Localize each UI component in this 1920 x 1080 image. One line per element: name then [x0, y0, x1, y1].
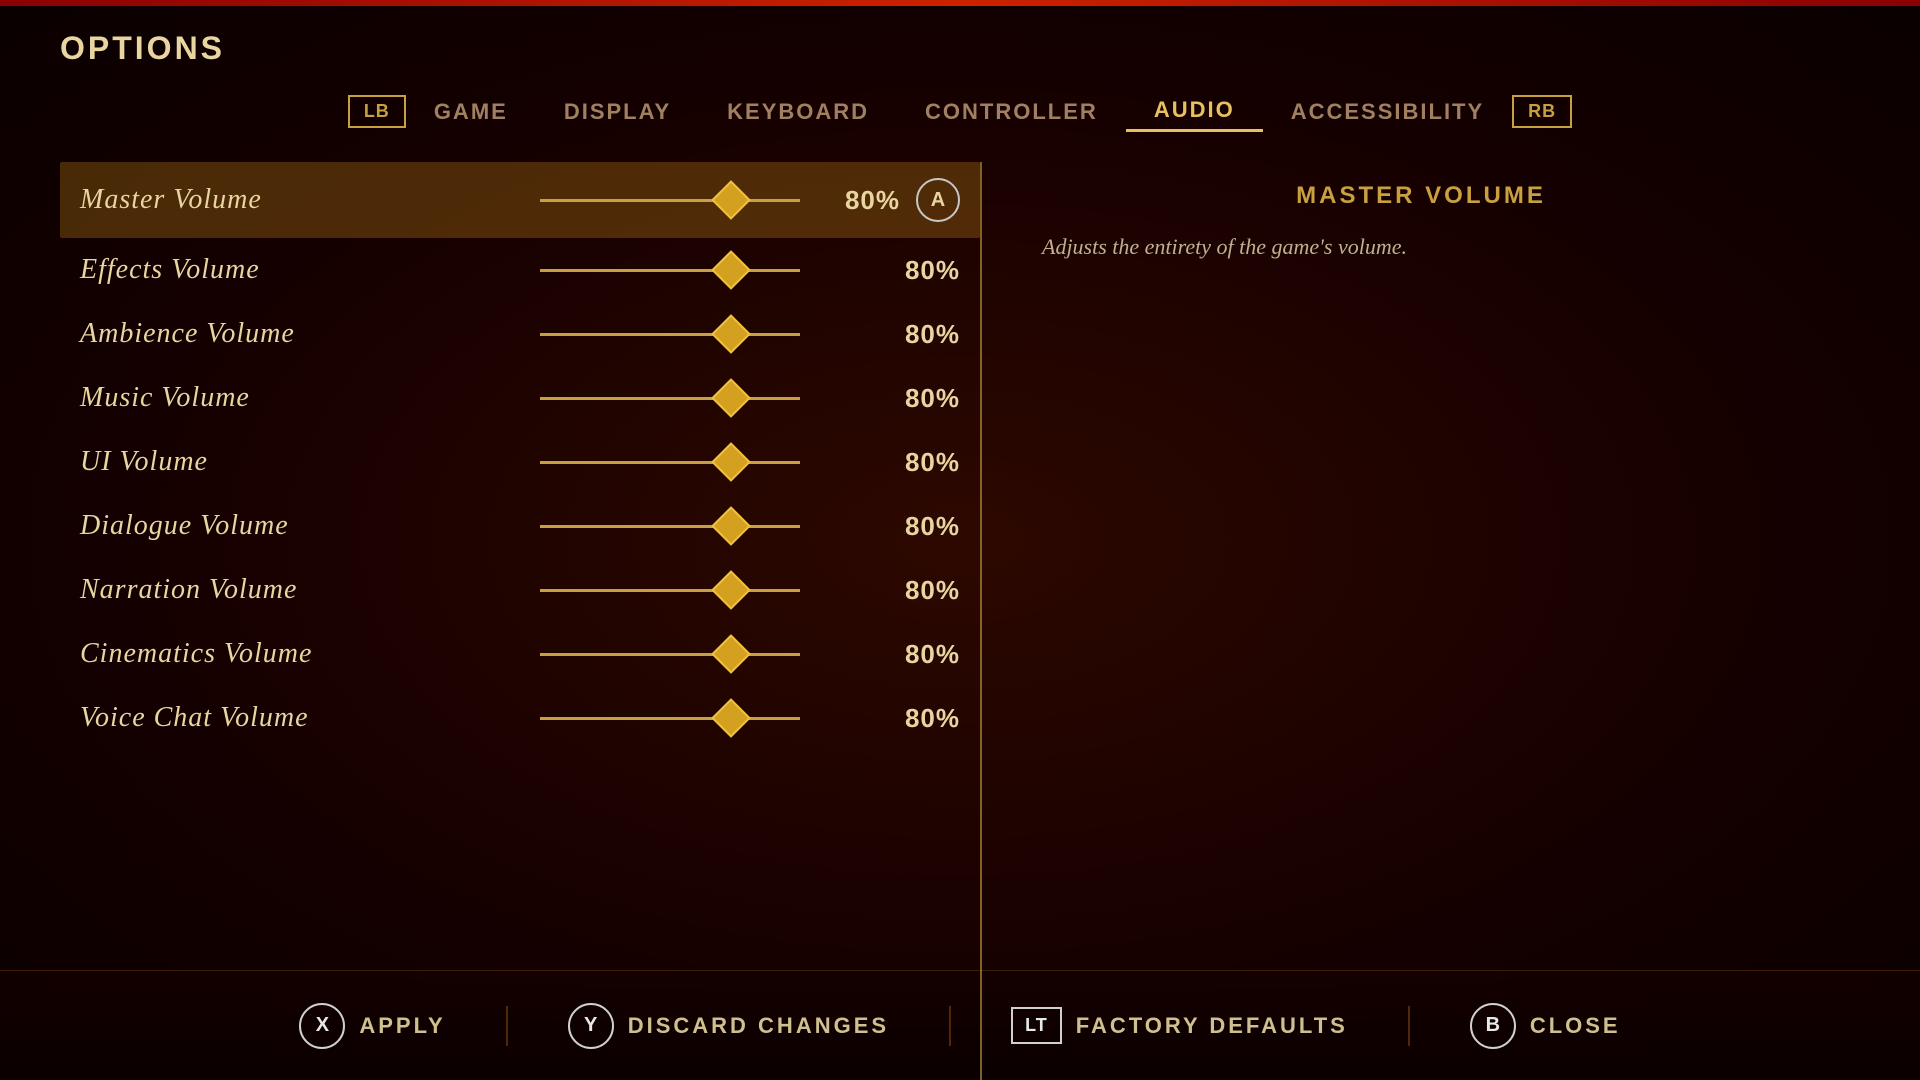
tab-game[interactable]: GAME [406, 93, 536, 131]
setting-label-music-volume: Music Volume [80, 382, 540, 414]
slider-thumb [711, 250, 751, 290]
setting-label-voice-chat-volume: Voice Chat Volume [80, 702, 540, 734]
content-area: Master Volume 80% A Effects Volume 80% [60, 162, 1860, 1080]
info-panel: MASTER VOLUME Adjusts the entirety of th… [982, 162, 1860, 1080]
setting-row-dialogue-volume[interactable]: Dialogue Volume 80% [60, 494, 980, 558]
slider-value-narration-volume: 80% [890, 575, 960, 606]
setting-label-narration-volume: Narration Volume [80, 574, 540, 606]
tab-audio[interactable]: AUDIO [1126, 91, 1263, 132]
slider-value-voice-chat-volume: 80% [890, 703, 960, 734]
slider-track [540, 717, 800, 720]
slider-effects-volume[interactable] [540, 269, 860, 272]
slider-track [540, 589, 800, 592]
slider-thumb [711, 314, 751, 354]
slider-ui-volume[interactable] [540, 461, 860, 464]
slider-value-effects-volume: 80% [890, 255, 960, 286]
slider-track [540, 397, 800, 400]
slider-master-volume[interactable] [540, 199, 800, 202]
slider-thumb [711, 180, 751, 220]
setting-row-effects-volume[interactable]: Effects Volume 80% [60, 238, 980, 302]
page-title: OPTIONS [60, 30, 1860, 67]
setting-label-ambience-volume: Ambience Volume [80, 318, 540, 350]
setting-row-master-volume[interactable]: Master Volume 80% A [60, 162, 980, 238]
setting-label-master-volume: Master Volume [80, 184, 540, 216]
settings-list: Master Volume 80% A Effects Volume 80% [60, 162, 980, 1080]
slider-thumb [711, 378, 751, 418]
setting-row-narration-volume[interactable]: Narration Volume 80% [60, 558, 980, 622]
setting-row-cinematics-volume[interactable]: Cinematics Volume 80% [60, 622, 980, 686]
right-bumper-button[interactable]: RB [1512, 95, 1572, 128]
setting-label-dialogue-volume: Dialogue Volume [80, 510, 540, 542]
slider-track [540, 333, 800, 336]
left-bumper-button[interactable]: LB [348, 95, 406, 128]
slider-value-cinematics-volume: 80% [890, 639, 960, 670]
setting-label-effects-volume: Effects Volume [80, 254, 540, 286]
slider-value-ambience-volume: 80% [890, 319, 960, 350]
slider-track [540, 461, 800, 464]
slider-track [540, 653, 800, 656]
setting-label-cinematics-volume: Cinematics Volume [80, 638, 540, 670]
slider-thumb [711, 634, 751, 674]
tab-display[interactable]: DISPLAY [536, 93, 699, 131]
info-panel-description: Adjusts the entirety of the game's volum… [1042, 230, 1407, 263]
slider-narration-volume[interactable] [540, 589, 860, 592]
slider-thumb [711, 698, 751, 738]
slider-cinematics-volume[interactable] [540, 653, 860, 656]
slider-value-dialogue-volume: 80% [890, 511, 960, 542]
slider-dialogue-volume[interactable] [540, 525, 860, 528]
tab-controller[interactable]: CONTROLLER [897, 93, 1126, 131]
setting-row-voice-chat-volume[interactable]: Voice Chat Volume 80% [60, 686, 980, 750]
setting-row-ambience-volume[interactable]: Ambience Volume 80% [60, 302, 980, 366]
a-button-confirm[interactable]: A [916, 178, 960, 222]
slider-thumb [711, 506, 751, 546]
slider-value-music-volume: 80% [890, 383, 960, 414]
setting-row-music-volume[interactable]: Music Volume 80% [60, 366, 980, 430]
slider-voice-chat-volume[interactable] [540, 717, 860, 720]
tab-keyboard[interactable]: KEYBOARD [699, 93, 897, 131]
slider-value-ui-volume: 80% [890, 447, 960, 478]
tab-navigation: LB GAME DISPLAY KEYBOARD CONTROLLER AUDI… [60, 91, 1860, 132]
setting-label-ui-volume: UI Volume [80, 446, 540, 478]
slider-value-master-volume: 80% [830, 185, 900, 216]
slider-ambience-volume[interactable] [540, 333, 860, 336]
page-container: OPTIONS LB GAME DISPLAY KEYBOARD CONTROL… [0, 0, 1920, 1080]
slider-music-volume[interactable] [540, 397, 860, 400]
info-panel-title: MASTER VOLUME [1042, 182, 1800, 210]
slider-track [540, 199, 800, 202]
tab-accessibility[interactable]: ACCESSIBILITY [1263, 93, 1512, 131]
slider-thumb [711, 442, 751, 482]
slider-thumb [711, 570, 751, 610]
slider-track [540, 269, 800, 272]
setting-row-ui-volume[interactable]: UI Volume 80% [60, 430, 980, 494]
slider-track [540, 525, 800, 528]
panel-divider [980, 162, 982, 1080]
